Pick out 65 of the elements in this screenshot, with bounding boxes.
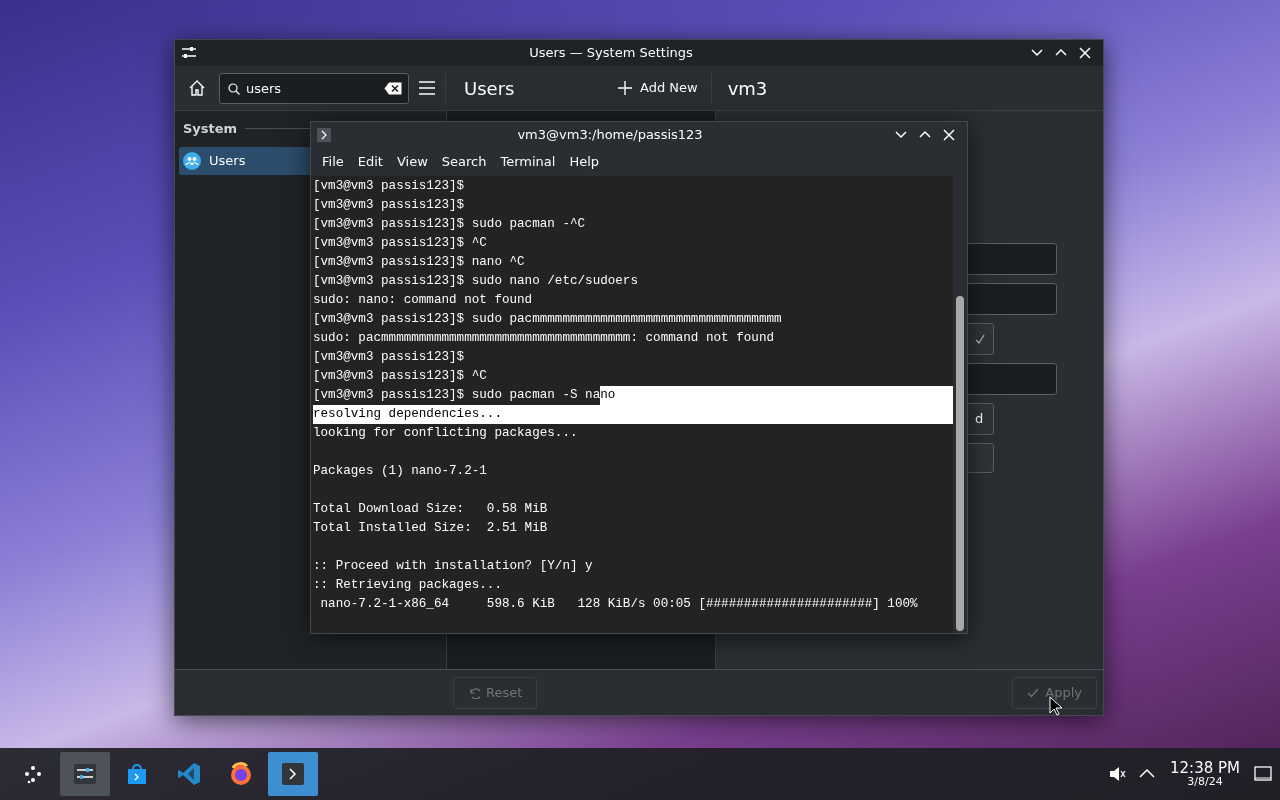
clear-icon[interactable]	[384, 81, 402, 95]
menu-item[interactable]: File	[315, 152, 351, 172]
terminal-text: [vm3@vm3 passis123]$ sudo pacman -^C	[313, 216, 586, 233]
terminal-text: sudo: nano: command not found	[313, 292, 533, 309]
sliders-icon	[73, 762, 97, 786]
scrollbar[interactable]	[953, 176, 967, 633]
menu-item[interactable]: Edit	[350, 152, 390, 172]
undo-icon	[468, 686, 480, 699]
push-button[interactable]: d	[966, 403, 994, 435]
terminal-text: [vm3@vm3 passis123]$	[313, 178, 465, 195]
sliders-icon	[181, 46, 197, 60]
home-icon	[188, 79, 206, 97]
terminal-text: Packages (1) nano-7.2-1	[313, 463, 487, 480]
add-new-button[interactable]: Add New	[609, 73, 707, 103]
check-icon	[975, 334, 985, 344]
menu-button[interactable]	[417, 79, 437, 97]
terminal-text: :: Proceed with installation? [Y/n] y	[313, 558, 593, 575]
input-field[interactable]	[966, 283, 1057, 315]
terminal-text: [vm3@vm3 passis123]$ ^C	[313, 368, 487, 385]
user-title: vm3	[710, 72, 768, 104]
check-icon	[1027, 686, 1040, 699]
terminal-icon	[317, 128, 331, 142]
section-heading: System	[183, 120, 238, 138]
terminal-text: [vm3@vm3 passis123]$ nano ^C	[313, 254, 525, 271]
terminal-text: [vm3@vm3 passis123]$	[313, 197, 465, 214]
taskbar-button[interactable]	[60, 752, 110, 796]
terminal-text: nano-7.2-1-x86_64 598.6 KiB 128 KiB/s 00:05 [######################] 100%	[319, 596, 918, 613]
search-icon	[228, 82, 240, 95]
menu-icon	[418, 80, 436, 96]
terminal-text: [vm3@vm3 passis123]$	[313, 349, 465, 366]
browser-icon	[229, 762, 253, 786]
push-button[interactable]	[966, 443, 994, 473]
sidebar-item[interactable]: Users	[179, 146, 310, 175]
page-title: Users	[445, 72, 609, 104]
terminal-icon	[281, 762, 305, 786]
show-desktop-icon[interactable]	[1254, 765, 1272, 783]
menu-item[interactable]: Terminal	[493, 152, 563, 172]
selected-text: no	[600, 386, 953, 405]
terminal-text: Total Download Size: 0.58 MiB	[313, 501, 548, 518]
code-editor-icon	[177, 762, 201, 786]
window-title: vm3@vm3:/home/passis123	[516, 126, 704, 145]
selected-text: resolving dependencies...	[313, 405, 953, 424]
close-icon[interactable]	[1077, 45, 1093, 61]
terminal-text: [vm3@vm3 passis123]$ sudo pacman -S na	[313, 387, 601, 404]
clock-date[interactable]: 3/8/24	[1187, 776, 1223, 789]
terminal-text: looking for conflicting packages...	[313, 425, 578, 442]
menu-item[interactable]: Search	[434, 152, 494, 172]
menu-item[interactable]: Help	[562, 152, 607, 172]
input-field[interactable]	[966, 363, 1057, 395]
input-field[interactable]	[966, 243, 1057, 275]
search-field[interactable]: users	[219, 72, 409, 104]
terminal-text: [vm3@vm3 passis123]$ sudo nano /etc/sudoers	[313, 273, 638, 290]
muted-speaker-icon[interactable]	[1108, 765, 1126, 783]
clock-time[interactable]: 12:38 PM	[1170, 759, 1240, 777]
terminal-text: [vm3@vm3 passis123]$ sudo pacmmmmmmmmmmmmmmmmmmmmmmmmmmmmmmmmm	[313, 311, 782, 328]
small-button[interactable]	[966, 323, 994, 355]
menu-item[interactable]: View	[389, 152, 435, 172]
plus-icon	[618, 81, 632, 95]
terminal-text: [vm3@vm3 passis123]$ ^C	[313, 235, 487, 252]
terminal-text: sudo: pacmmmmmmmmmmmmmmmmmmmmmmmmmmmmmmmmm: command not found	[313, 330, 774, 347]
shopping-bag-icon	[125, 762, 149, 786]
terminal-text: Total Installed Size: 2.51 MiB	[313, 520, 548, 537]
close-icon[interactable]	[941, 127, 957, 143]
terminal-text: :: Retrieving packages...	[313, 577, 502, 594]
window-title: Users — System Settings	[528, 44, 694, 63]
